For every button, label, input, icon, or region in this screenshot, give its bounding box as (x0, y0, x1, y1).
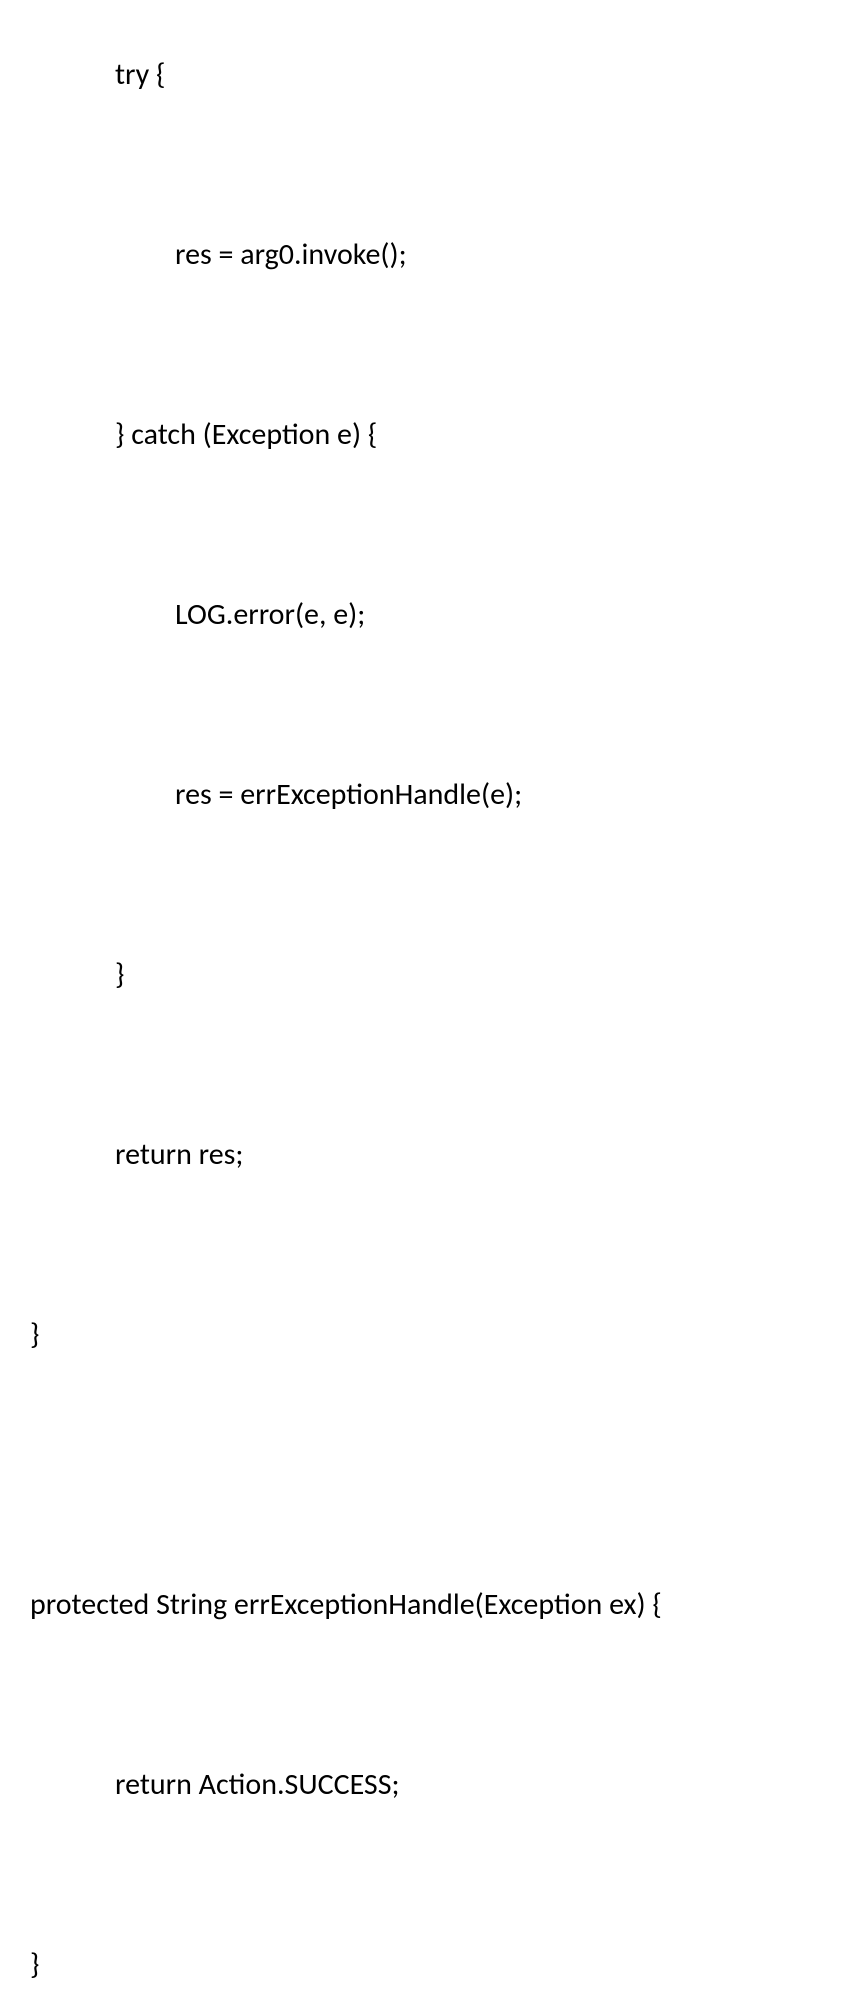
code-line: } (0, 960, 867, 990)
code-line: } catch (Exception e) { (0, 420, 867, 450)
code-line: res = arg0.invoke(); (0, 240, 867, 270)
code-line: try { (0, 60, 867, 90)
blank-line (0, 1860, 867, 1890)
blank-line (0, 330, 867, 360)
blank-line (0, 870, 867, 900)
code-line: LOG.error(e, e); (0, 600, 867, 630)
blank-line (0, 1500, 867, 1530)
code-line: } (0, 1950, 867, 1980)
blank-line (0, 1680, 867, 1710)
blank-line (0, 1050, 867, 1080)
code-block: try { res = arg0.invoke(); } catch (Exce… (0, 0, 867, 2000)
blank-line (0, 150, 867, 180)
code-line: res = errExceptionHandle(e); (0, 780, 867, 810)
code-line: } (0, 1320, 867, 1350)
code-line: return Action.SUCCESS; (0, 1770, 867, 1800)
blank-line (0, 1230, 867, 1260)
blank-line (0, 690, 867, 720)
code-line: return res; (0, 1140, 867, 1170)
blank-line (0, 1410, 867, 1440)
blank-line (0, 510, 867, 540)
code-line: protected String errExceptionHandle(Exce… (0, 1590, 867, 1620)
